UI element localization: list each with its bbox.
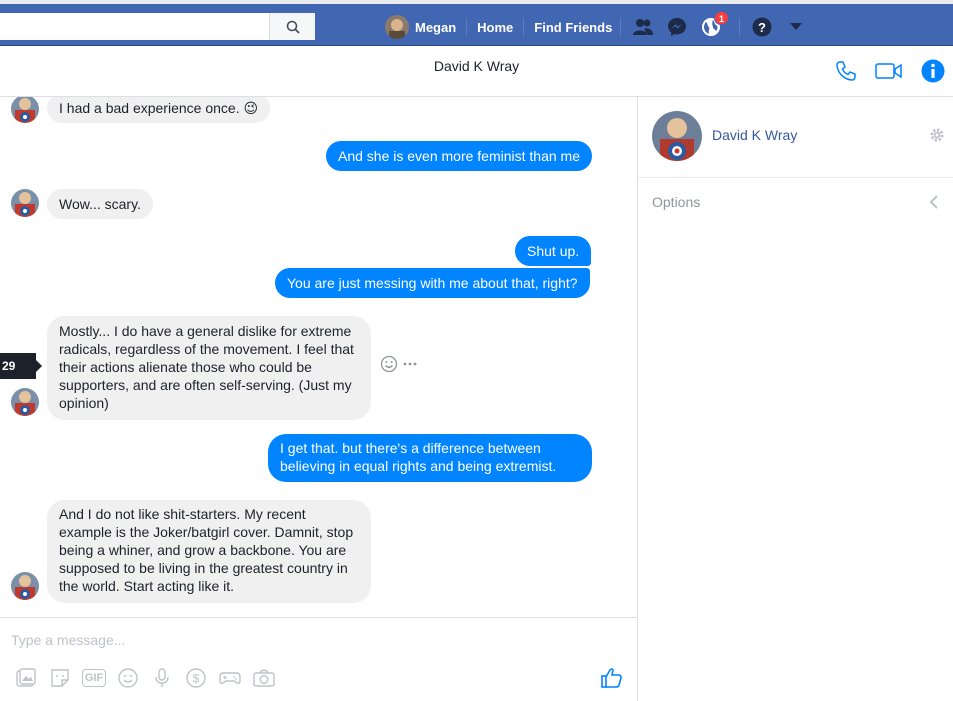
search-input[interactable]: [0, 13, 260, 40]
search-button[interactable]: [269, 13, 315, 40]
voice-call-button[interactable]: [835, 60, 857, 82]
conversation-title[interactable]: David K Wray: [0, 58, 953, 74]
contact-profile-picture[interactable]: [652, 111, 702, 161]
top-navigation-bar: Megan Home Find Friends 1 ?: [0, 0, 953, 46]
emoji-reaction-icon[interactable]: [380, 355, 398, 373]
home-link[interactable]: Home: [477, 20, 513, 35]
contact-avatar[interactable]: [11, 189, 39, 217]
friends-icon: [633, 19, 653, 35]
send-money-button[interactable]: $: [184, 666, 208, 690]
more-options-icon[interactable]: [402, 361, 418, 367]
camera-button[interactable]: [252, 666, 276, 690]
options-section-label[interactable]: Options: [652, 194, 700, 210]
sticker-icon: [51, 669, 69, 687]
notifications-button[interactable]: 1: [699, 11, 729, 39]
incoming-message[interactable]: And I do not like shit-starters. My rece…: [47, 500, 371, 603]
video-call-button[interactable]: [875, 62, 903, 80]
thumbs-up-icon: [601, 668, 622, 688]
message-input[interactable]: [11, 632, 571, 648]
voice-clip-button[interactable]: [150, 666, 174, 690]
outgoing-message[interactable]: You are just messing with me about that,…: [275, 268, 590, 298]
send-like-button[interactable]: [600, 666, 624, 695]
dollar-icon: $: [186, 668, 206, 688]
top-nav-icons: 1 ?: [620, 11, 818, 40]
svg-text:$: $: [193, 672, 200, 686]
account-menu-button[interactable]: [784, 15, 808, 39]
video-camera-icon: [875, 63, 902, 79]
outgoing-message[interactable]: And she is even more feminist than me: [326, 141, 593, 171]
conversation-details-pane: David K Wray Options: [638, 97, 953, 701]
options-expand-button[interactable]: [929, 194, 939, 215]
incoming-message[interactable]: Wow... scary.: [47, 189, 153, 219]
conversation-header: David K Wray: [0, 46, 953, 97]
message-timestamp: 29 pm: [0, 353, 42, 399]
friend-requests-button[interactable]: [631, 15, 655, 39]
gif-button[interactable]: GIF: [81, 666, 107, 690]
conversation-actions: [817, 59, 945, 83]
add-photo-button[interactable]: [14, 666, 38, 690]
caret-down-icon: [790, 23, 802, 30]
search-box: [0, 13, 315, 40]
composer-toolbar: GIF $: [14, 666, 286, 690]
help-icon: ?: [752, 17, 772, 37]
gif-icon: GIF: [81, 669, 107, 687]
user-avatar[interactable]: [385, 15, 409, 39]
phone-icon: [836, 61, 856, 81]
outgoing-message[interactable]: Shut up.: [515, 236, 592, 266]
photos-icon: [16, 668, 36, 687]
emoji-button[interactable]: [116, 666, 140, 690]
outgoing-message[interactable]: I get that. but there's a difference bet…: [268, 434, 592, 482]
gear-icon: [930, 128, 944, 142]
contact-header: David K Wray: [638, 97, 953, 178]
settings-button[interactable]: [929, 127, 945, 148]
games-button[interactable]: [218, 666, 242, 690]
chevron-left-icon: [929, 195, 938, 209]
messenger-icon: [668, 18, 686, 36]
message-composer: GIF $: [0, 617, 637, 701]
incoming-message[interactable]: Mostly... I do have a general dislike fo…: [47, 316, 371, 420]
notification-badge: 1: [713, 11, 729, 25]
search-icon: [286, 20, 300, 34]
contact-name[interactable]: David K Wray: [712, 127, 797, 143]
top-nav-links: Megan Home Find Friends: [385, 14, 612, 40]
contact-avatar[interactable]: [11, 388, 39, 416]
nav-divider: [523, 18, 525, 36]
message-actions: [380, 355, 418, 373]
help-button[interactable]: ?: [750, 15, 774, 39]
camera-icon: [253, 669, 275, 687]
nav-divider: [739, 18, 740, 36]
nav-divider: [466, 18, 468, 36]
find-friends-link[interactable]: Find Friends: [534, 20, 612, 35]
sticker-button[interactable]: [48, 666, 72, 690]
contact-avatar[interactable]: [11, 97, 39, 123]
profile-link[interactable]: Megan: [415, 20, 456, 35]
conversation-info-button[interactable]: [921, 59, 945, 83]
game-controller-icon: [219, 672, 241, 684]
microphone-icon: [155, 668, 169, 687]
contact-avatar[interactable]: [11, 572, 39, 600]
nav-divider: [620, 18, 621, 36]
svg-text:?: ?: [758, 20, 766, 35]
info-icon: [921, 59, 945, 83]
message-list[interactable]: I had a bad experience once. 😉 And she i…: [0, 97, 637, 617]
messages-button[interactable]: [665, 15, 689, 39]
emoji-icon: [118, 668, 138, 688]
incoming-message[interactable]: I had a bad experience once. 😉: [47, 97, 271, 123]
